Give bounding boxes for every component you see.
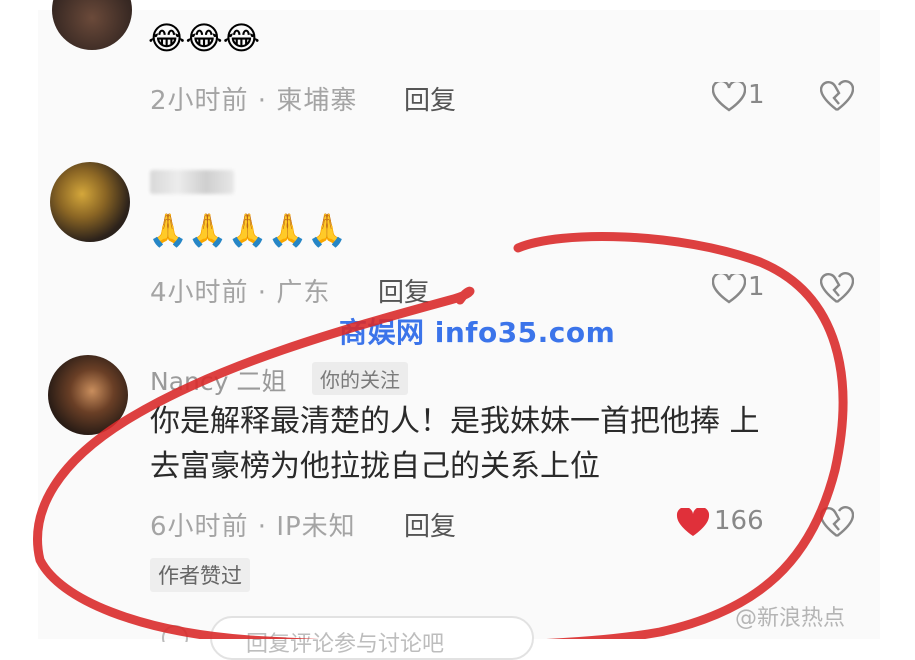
heart-icon[interactable] (712, 274, 746, 304)
comment-time-location: 2小时前 · 柬埔寨 (150, 86, 358, 116)
dislike-icon[interactable] (820, 506, 854, 538)
comment-emoji: 😂😂😂 (148, 19, 261, 57)
comment-text-line1: 你是解释最清楚的人！是我妹妹一首把他捧 上 (150, 404, 760, 439)
reply-input-placeholder: 回复评论参与讨论吧 (246, 632, 445, 657)
comment-text-line2: 去富豪榜为他拉拢自己的关系上位 (150, 449, 600, 484)
author-liked-tag: 作者赞过 (150, 558, 250, 592)
follow-tag: 你的关注 (312, 362, 408, 395)
dislike-icon[interactable] (820, 272, 854, 304)
comment-time-location: 6小时前 · IP未知 (150, 512, 356, 542)
heart-filled-icon[interactable] (676, 508, 710, 538)
reply-input[interactable]: 回复评论参与讨论吧 (210, 616, 534, 660)
reply-button[interactable]: 回复 (378, 272, 430, 309)
reply-button[interactable]: 回复 (404, 80, 456, 117)
dislike-icon[interactable] (820, 80, 854, 112)
weibo-watermark: @新浪热点 (735, 606, 846, 631)
site-watermark: 商娱网 info35.com (339, 316, 616, 349)
like-count: 166 (714, 506, 764, 536)
heart-icon[interactable] (712, 82, 746, 112)
avatar-small-icon (160, 622, 190, 642)
comment-time-location: 4小时前 · 广东 (150, 278, 331, 308)
avatar[interactable] (48, 355, 128, 435)
comment-emoji: 🙏🙏🙏🙏🙏 (148, 211, 348, 249)
avatar[interactable] (50, 162, 130, 242)
like-count: 1 (748, 272, 765, 302)
like-count: 1 (748, 80, 765, 110)
reply-button[interactable]: 回复 (404, 506, 456, 543)
username-blurred (150, 170, 234, 194)
username[interactable]: Nancy 二姐 (150, 362, 286, 398)
